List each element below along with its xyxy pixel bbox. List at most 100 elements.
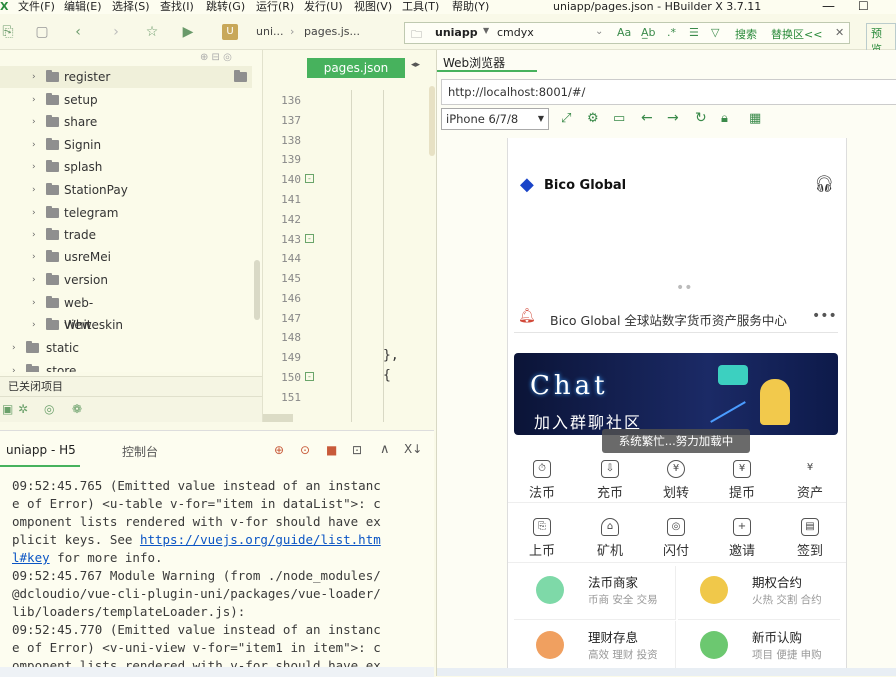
close-icon[interactable]: ✕ [835, 26, 844, 39]
maximize-icon[interactable]: ☐ [858, 0, 869, 13]
lock-icon[interactable]: 🔒︎ [721, 111, 728, 126]
grid-miner[interactable]: ⌂ 矿机 [578, 518, 642, 559]
grid-transfer[interactable]: ¥ 划转 [644, 460, 708, 501]
tree-item-register[interactable]: › register [0, 66, 252, 88]
fold-icon[interactable]: - [305, 372, 314, 381]
grid-quickpay[interactable]: ◎ 闪付 [644, 518, 708, 559]
toolbar: ⎘ ▢ ‹ › ☆ ▶ U uni... › pages.js... 🗀 uni… [0, 14, 896, 59]
grid-checkin[interactable]: ▤ 签到 [778, 518, 842, 559]
folder-icon [26, 341, 39, 353]
whole-word-icon[interactable]: A̲b [641, 26, 656, 39]
menu-view[interactable]: 视图(V) [354, 0, 392, 13]
card-wealth-deposit[interactable]: 理财存息 高效 理财 投资 [514, 621, 676, 675]
menu-tools[interactable]: 工具(T) [402, 0, 439, 13]
grid-listing[interactable]: ⎘ 上币 [510, 518, 574, 559]
chat-banner[interactable]: Chat 加入群聊社区 [514, 353, 838, 435]
line-number: 143 [281, 233, 301, 246]
search-input[interactable]: cmdyx [497, 26, 534, 39]
refresh-icon[interactable]: ↻ [695, 110, 707, 126]
device-select[interactable]: iPhone 6/7/8 ▼ [441, 108, 549, 130]
menu-edit[interactable]: 编辑(E) [64, 0, 102, 13]
replace-toggle-button[interactable]: 替换区<< [771, 26, 822, 42]
tab-console[interactable]: 控制台 [122, 443, 158, 460]
card-fiat-merchant[interactable]: 法币商家 币商 安全 交易 [514, 566, 676, 620]
fold-icon[interactable]: - [305, 234, 314, 243]
grid-fiat[interactable]: ⏱ 法币 [510, 460, 574, 501]
notice-text[interactable]: Bico Global 全球站数字货币资产服务中心 [550, 310, 787, 329]
debug-icon[interactable]: ⊕ [274, 443, 284, 457]
tree-tools[interactable]: ⊕ ⊟ ◎ [200, 52, 232, 63]
close-console-icon[interactable]: X↓ [404, 442, 422, 456]
dropdown-chevron-icon[interactable]: ⌄ [595, 26, 603, 37]
debug-icon[interactable]: ◎ [44, 402, 54, 416]
bug-icon[interactable]: ✲ [18, 402, 28, 416]
forward-arrow-icon[interactable]: → [667, 110, 679, 126]
more-icon[interactable]: ••• [812, 308, 837, 324]
filter-icon[interactable]: ▽ [711, 26, 719, 39]
settings-icon[interactable]: ⚙ [587, 111, 599, 126]
url-input[interactable]: http://localhost:8001/#/ [441, 79, 896, 105]
rotate-icon[interactable]: ⤢ [561, 111, 571, 126]
horizontal-scrollbar[interactable] [263, 414, 293, 422]
tree-footer: ▣ ✲ ◎ ❁ [0, 396, 262, 422]
menu-help[interactable]: 帮助(Y) [452, 0, 489, 13]
console-log[interactable]: 09:52:45.765 (Emitted value instead of a… [12, 477, 414, 675]
panel-icon[interactable]: ▣ [2, 402, 13, 416]
forward-icon[interactable]: › [108, 24, 124, 40]
card-new-coin-subscription[interactable]: 新币认购 项目 便捷 申购 [678, 621, 840, 675]
carousel-dots[interactable]: •• [676, 280, 693, 296]
back-arrow-icon[interactable]: ← [641, 110, 653, 126]
restart-icon[interactable]: ⊙ [300, 443, 310, 457]
tab-scroll-icon[interactable]: ◂▸ [411, 60, 420, 70]
save-icon[interactable]: ▢ [34, 24, 50, 40]
clear-icon[interactable]: ⊡ [352, 443, 362, 457]
menu-run[interactable]: 运行(R) [256, 0, 294, 13]
line-number: 146 [281, 292, 301, 305]
code-line-149[interactable]: }, [383, 348, 399, 363]
console-panel: uniapp - H5 控制台 ⊕ ⊙ ■ ⊡ ∧ X↓ 09:52:45.76… [0, 430, 434, 677]
customer-service-icon[interactable]: 🎧︎ [814, 174, 834, 193]
favorite-icon[interactable]: ☆ [144, 24, 160, 40]
regex-icon[interactable]: .* [667, 26, 676, 39]
grid-withdraw[interactable]: ¥ 提币 [710, 460, 774, 501]
plugin-icon[interactable]: ❁ [72, 402, 82, 416]
list-icon[interactable]: ☰ [689, 26, 699, 39]
stop-icon[interactable]: ■ [326, 443, 337, 457]
menu-publish[interactable]: 发行(U) [304, 0, 343, 13]
fold-icon[interactable]: - [305, 174, 314, 183]
line-number: 139 [281, 153, 301, 166]
editor-scrollbar[interactable] [429, 86, 435, 156]
grid-invite[interactable]: + 邀请 [710, 518, 774, 559]
breadcrumb-file[interactable]: pages.js... [304, 25, 360, 38]
qr-code-icon[interactable]: ▦ [749, 111, 761, 126]
line-number: 140 [281, 173, 301, 186]
collapse-icon[interactable]: ∧ [380, 442, 390, 457]
menu-select[interactable]: 选择(S) [112, 0, 150, 13]
tab-pages-json[interactable]: pages.json [307, 58, 405, 78]
tree-scrollbar[interactable] [254, 260, 260, 320]
code-line-150[interactable]: { [383, 368, 391, 383]
back-icon[interactable]: ‹ [70, 24, 86, 40]
closed-projects[interactable]: 已关闭项目 [0, 376, 262, 396]
open-folder-icon[interactable] [234, 70, 247, 82]
search-button[interactable]: 搜索 [735, 26, 757, 42]
card-options-contract[interactable]: 期权合约 火热 交割 合约 [678, 566, 840, 620]
search-project[interactable]: uniapp [435, 26, 478, 39]
minimize-icon[interactable]: — [822, 0, 835, 13]
chevron-down-icon[interactable]: ▼ [483, 26, 489, 35]
grid-deposit[interactable]: ⇩ 充币 [578, 460, 642, 501]
banner-title: Chat [530, 371, 609, 401]
menu-goto[interactable]: 跳转(G) [206, 0, 245, 13]
devtools-icon[interactable]: ▭ [613, 111, 625, 126]
new-file-icon[interactable]: ⎘ [0, 24, 16, 40]
tab-web-browser[interactable]: Web浏览器 [443, 54, 505, 71]
tab-uniapp-h5[interactable]: uniapp - H5 [6, 443, 76, 457]
menu-find[interactable]: 查找(I) [160, 0, 194, 13]
run-icon[interactable]: ▶ [180, 24, 196, 40]
grid-assets[interactable]: ¥ 资产 [778, 460, 842, 501]
menu-file[interactable]: 文件(F) [18, 0, 55, 13]
search-bar[interactable]: 🗀 uniapp ▼ cmdyx ⌄ Aa A̲b .* ☰ ▽ 搜索 替换区<… [404, 22, 850, 44]
browser-hscrollbar[interactable] [437, 668, 896, 676]
breadcrumb-project[interactable]: uni... [256, 25, 284, 38]
match-case-icon[interactable]: Aa [617, 26, 631, 39]
